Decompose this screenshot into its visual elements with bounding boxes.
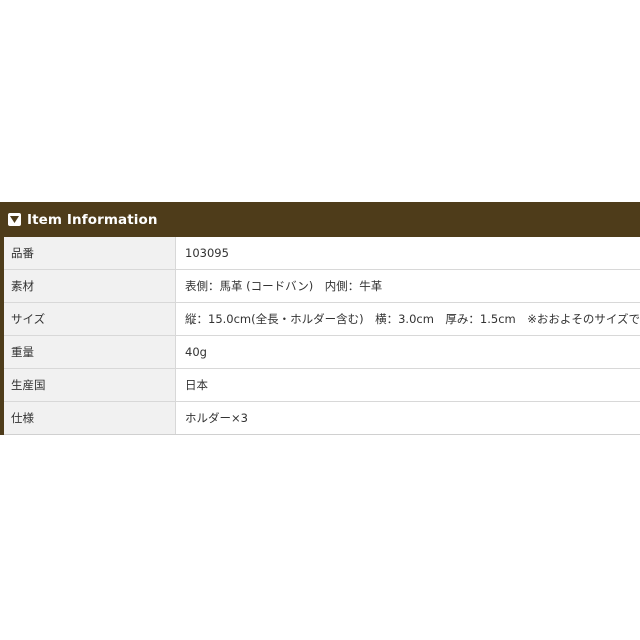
row-label: 生産国 <box>4 369 176 401</box>
row-value: 103095 <box>176 237 640 269</box>
table-row-spec: 仕様 ホルダー×3 <box>4 402 640 435</box>
table-row-weight: 重量 40g <box>4 336 640 369</box>
row-value: 表側：馬革 (コードバン) 内側：牛革 <box>176 270 640 302</box>
table-row-country: 生産国 日本 <box>4 369 640 402</box>
row-value: 40g <box>176 336 640 368</box>
item-info-table: 品番 103095 素材 表側：馬革 (コードバン) 内側：牛革 サイズ 縦：1… <box>0 237 640 435</box>
row-label: サイズ <box>4 303 176 335</box>
panel-title: Item Information <box>27 211 158 228</box>
row-value: 日本 <box>176 369 640 401</box>
item-information-header[interactable]: Item Information <box>0 202 640 237</box>
row-value: 縦：15.0cm(全長・ホルダー含む) 横：3.0cm 厚み：1.5cm ※おお… <box>176 303 640 335</box>
table-row-material: 素材 表側：馬革 (コードバン) 内側：牛革 <box>4 270 640 303</box>
row-value: ホルダー×3 <box>176 402 640 434</box>
row-label: 重量 <box>4 336 176 368</box>
caret-down-icon[interactable] <box>8 213 21 226</box>
table-row-size: サイズ 縦：15.0cm(全長・ホルダー含む) 横：3.0cm 厚み：1.5cm… <box>4 303 640 336</box>
row-label: 素材 <box>4 270 176 302</box>
row-label: 品番 <box>4 237 176 269</box>
item-information-panel: Item Information 品番 103095 素材 表側：馬革 (コード… <box>0 202 640 435</box>
row-label: 仕様 <box>4 402 176 434</box>
table-row-product-number: 品番 103095 <box>4 237 640 270</box>
